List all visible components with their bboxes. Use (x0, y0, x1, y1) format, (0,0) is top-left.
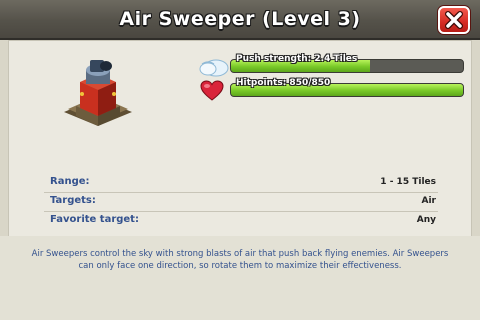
heart-icon (200, 80, 224, 101)
divider (44, 192, 438, 193)
close-button[interactable] (438, 6, 470, 34)
range-value: 1 - 15 Tiles (380, 177, 436, 187)
push-strength-label: Push strength: 2.4 Tiles (236, 54, 358, 64)
page-title: Air Sweeper (Level 3) (119, 8, 361, 30)
targets-value: Air (421, 196, 437, 206)
description-text: Air Sweepers control the sky with strong… (31, 249, 449, 271)
air-sweeper-building-icon (64, 60, 132, 126)
range-label: Range: (50, 176, 90, 187)
divider (44, 211, 438, 212)
hitpoints-label: Hitpoints: 850/850 (236, 78, 331, 88)
targets-label: Targets: (50, 195, 96, 206)
favorite-target-value: Any (416, 215, 436, 225)
favorite-target-label: Favorite target: (50, 214, 139, 225)
wind-cloud-icon (199, 59, 229, 77)
close-icon (445, 11, 463, 29)
